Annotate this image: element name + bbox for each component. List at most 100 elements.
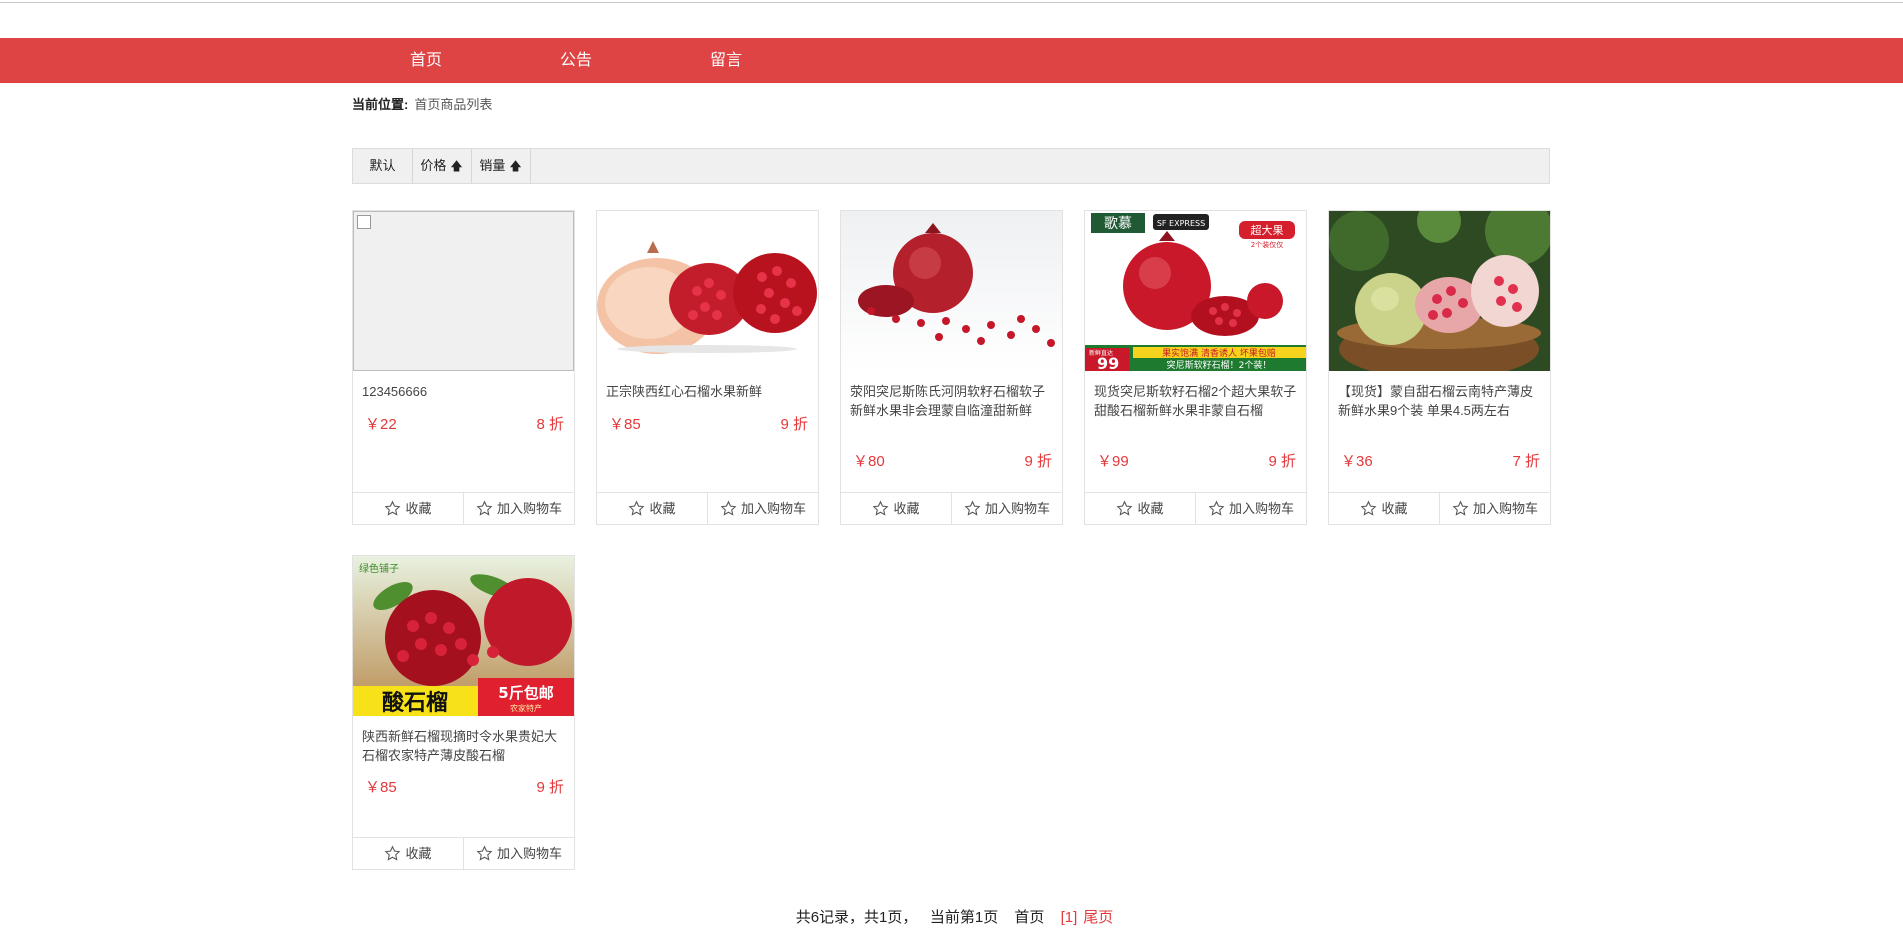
star-icon — [720, 500, 737, 516]
star-icon — [964, 500, 981, 516]
star-icon — [629, 500, 645, 516]
product-image[interactable]: 绿色铺子 酸石榴 5斤包邮 农家特产 — [353, 556, 574, 716]
product-card[interactable]: 歌慕 SF EXPRESS 超大果 2个装仅仅 新鲜直达 99 果实饱满 清香诱… — [1084, 210, 1307, 525]
sort-bar: 默认 价格 🡅 销量 🡅 — [352, 148, 1550, 184]
product-price: ￥36 — [1341, 453, 1373, 470]
product-image[interactable]: 歌慕 SF EXPRESS 超大果 2个装仅仅 新鲜直达 99 果实饱满 清香诱… — [1085, 211, 1306, 371]
product-image[interactable] — [597, 211, 818, 371]
product-card[interactable]: 绿色铺子 酸石榴 5斤包邮 农家特产 陕西新鲜石榴现摘时令水果贵妃大石榴农家特产… — [352, 555, 575, 870]
product-name[interactable]: 123456666 — [362, 382, 567, 401]
sort-default-label: 默认 — [369, 158, 396, 173]
product-card[interactable]: 荥阳突尼斯陈氏河阴软籽石榴软子新鲜水果非会理蒙自临潼甜新鲜 ￥80 9 折 收藏… — [840, 210, 1063, 525]
card-actions: 收藏 加入购物车 — [1329, 492, 1550, 524]
favorite-label: 收藏 — [405, 846, 432, 861]
add-to-cart-button[interactable]: 加入购物车 — [1196, 493, 1306, 524]
product-name[interactable]: 【现货】蒙自甜石榴云南特产薄皮 新鲜水果9个装 单果4.5两左右 — [1338, 382, 1543, 420]
favorite-label: 收藏 — [893, 501, 920, 516]
card-actions: 收藏 加入购物车 — [353, 837, 574, 869]
favorite-button[interactable]: 收藏 — [353, 838, 464, 869]
favorite-label: 收藏 — [1137, 501, 1164, 516]
star-icon — [385, 845, 401, 861]
nav-announcement[interactable]: 公告 — [560, 38, 592, 83]
svg-text:歌慕: 歌慕 — [1104, 216, 1132, 232]
product-name[interactable]: 正宗陕西红心石榴水果新鲜 — [606, 382, 811, 401]
card-actions: 收藏 加入购物车 — [1085, 492, 1306, 524]
cart-label: 加入购物车 — [1228, 501, 1294, 516]
pagination-last[interactable]: 尾页 — [1083, 909, 1113, 926]
star-icon — [873, 500, 889, 516]
star-icon — [1117, 500, 1133, 516]
favorite-button[interactable]: 收藏 — [1085, 493, 1196, 524]
sort-price-label: 价格 — [420, 158, 447, 173]
sort-price[interactable]: 价格 🡅 — [412, 149, 472, 183]
product-image-broken[interactable] — [353, 211, 574, 371]
main-nav: 首页 公告 留言 — [0, 38, 1903, 83]
product-name[interactable]: 现货突尼斯软籽石榴2个超大果软子甜酸石榴新鲜水果非蒙自石榴 — [1094, 382, 1299, 420]
sort-default[interactable]: 默认 — [353, 149, 413, 183]
svg-text:超大果: 超大果 — [1251, 223, 1284, 237]
product-discount: 9 折 — [536, 779, 564, 796]
cart-label: 加入购物车 — [496, 846, 562, 861]
product-card[interactable]: 正宗陕西红心石榴水果新鲜 ￥85 9 折 收藏 加入购物车 — [596, 210, 819, 525]
svg-text:农家特产: 农家特产 — [510, 703, 542, 713]
star-icon — [1361, 500, 1377, 516]
arrow-up-icon: 🡅 — [450, 159, 463, 173]
add-to-cart-button[interactable]: 加入购物车 — [1440, 493, 1550, 524]
add-to-cart-button[interactable]: 加入购物车 — [464, 838, 574, 869]
svg-text:2个装仅仅: 2个装仅仅 — [1251, 240, 1283, 249]
broken-image-icon — [357, 215, 371, 229]
favorite-button[interactable]: 收藏 — [597, 493, 708, 524]
product-discount: 9 折 — [780, 416, 808, 433]
card-actions: 收藏 加入购物车 — [353, 492, 574, 524]
product-image[interactable] — [841, 211, 1062, 371]
product-price: ￥80 — [853, 453, 885, 470]
product-image[interactable] — [1329, 211, 1550, 371]
star-icon — [476, 845, 493, 861]
star-icon — [476, 500, 493, 516]
breadcrumb-value: 首页商品列表 — [414, 97, 493, 112]
product-price: ￥99 — [1097, 453, 1129, 470]
add-to-cart-button[interactable]: 加入购物车 — [464, 493, 574, 524]
breadcrumb-label: 当前位置: — [352, 97, 409, 112]
card-actions: 收藏 加入购物车 — [597, 492, 818, 524]
arrow-up-icon: 🡅 — [509, 159, 522, 173]
product-name[interactable]: 荥阳突尼斯陈氏河阴软籽石榴软子新鲜水果非会理蒙自临潼甜新鲜 — [850, 382, 1055, 420]
breadcrumb: 当前位置: 首页商品列表 — [352, 94, 492, 113]
pagination-summary: 共6记录，共1页， 当前第1页 — [795, 909, 999, 926]
add-to-cart-button[interactable]: 加入购物车 — [952, 493, 1062, 524]
top-divider — [0, 2, 1903, 3]
svg-text:绿色铺子: 绿色铺子 — [359, 562, 399, 575]
nav-message[interactable]: 留言 — [710, 38, 742, 83]
product-price: ￥85 — [365, 779, 397, 796]
sort-sales[interactable]: 销量 🡅 — [471, 149, 531, 183]
cart-label: 加入购物车 — [1472, 501, 1538, 516]
svg-text:突尼斯软籽石榴！2个装！: 突尼斯软籽石榴！2个装！ — [1167, 359, 1272, 371]
svg-text:果实饱满 清香诱人 坏果包赔: 果实饱满 清香诱人 坏果包赔 — [1162, 347, 1276, 359]
favorite-label: 收藏 — [405, 501, 432, 516]
product-discount: 7 折 — [1512, 453, 1540, 470]
cart-label: 加入购物车 — [740, 501, 806, 516]
favorite-button[interactable]: 收藏 — [1329, 493, 1440, 524]
card-actions: 收藏 加入购物车 — [841, 492, 1062, 524]
nav-home[interactable]: 首页 — [410, 38, 442, 83]
add-to-cart-button[interactable]: 加入购物车 — [708, 493, 818, 524]
cart-label: 加入购物车 — [984, 501, 1050, 516]
product-name[interactable]: 陕西新鲜石榴现摘时令水果贵妃大石榴农家特产薄皮酸石榴 — [362, 727, 567, 765]
product-card[interactable]: 【现货】蒙自甜石榴云南特产薄皮 新鲜水果9个装 单果4.5两左右 ￥36 7 折… — [1328, 210, 1551, 525]
product-discount: 9 折 — [1024, 453, 1052, 470]
cart-label: 加入购物车 — [496, 501, 562, 516]
svg-text:99: 99 — [1097, 354, 1119, 371]
sort-sales-label: 销量 — [479, 158, 506, 173]
pagination-current-page[interactable]: [1] — [1061, 909, 1078, 926]
star-icon — [1452, 500, 1469, 516]
pagination-first[interactable]: 首页 — [1014, 909, 1044, 926]
star-icon — [1208, 500, 1225, 516]
product-price: ￥22 — [365, 416, 397, 433]
product-card[interactable]: 123456666 ￥22 8 折 收藏 加入购物车 — [352, 210, 575, 525]
svg-text:SF EXPRESS: SF EXPRESS — [1157, 219, 1205, 228]
favorite-label: 收藏 — [1381, 501, 1408, 516]
favorite-button[interactable]: 收藏 — [353, 493, 464, 524]
product-discount: 8 折 — [536, 416, 564, 433]
favorite-button[interactable]: 收藏 — [841, 493, 952, 524]
svg-text:酸石榴: 酸石榴 — [382, 691, 448, 716]
